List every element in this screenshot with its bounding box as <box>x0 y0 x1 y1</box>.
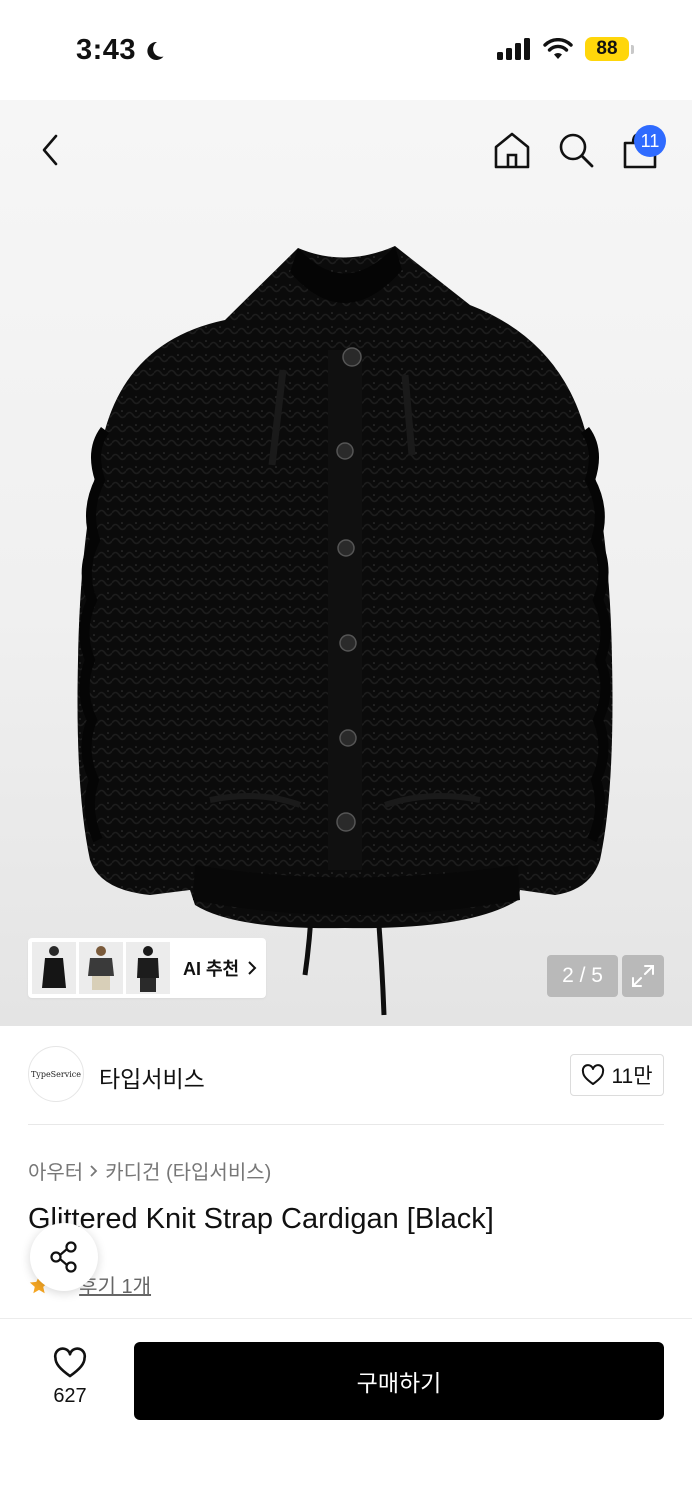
chevron-right-icon <box>248 961 257 975</box>
search-icon[interactable] <box>554 128 598 172</box>
moon-icon <box>147 41 164 60</box>
brand-like-count: 11만 <box>611 1065 653 1088</box>
back-button[interactable] <box>30 126 70 174</box>
brand-row: TypeService 타입서비스 11만 <box>28 1046 664 1104</box>
brand-name[interactable]: 타입서비스 <box>99 1060 205 1094</box>
battery-level: 88 <box>585 37 629 61</box>
status-bar: 3:43 88 <box>0 0 692 100</box>
ai-thumbnail <box>126 942 170 994</box>
product-title: Glittered Knit Strap Cardigan [Black] <box>28 1203 494 1235</box>
divider <box>28 1124 664 1125</box>
ai-recommendation-button[interactable]: AI 추천 <box>28 938 266 998</box>
wifi-icon <box>543 38 573 59</box>
battery-indicator: 88 <box>585 37 634 61</box>
breadcrumb-item[interactable]: 카디건 (타입서비스) <box>105 1156 271 1185</box>
expand-image-button[interactable] <box>622 955 664 997</box>
status-time-text: 3:43 <box>76 34 137 66</box>
breadcrumb-item[interactable]: 아우터 <box>28 1156 83 1185</box>
ai-thumbnail <box>32 942 76 994</box>
cardigan-illustration <box>77 246 613 1016</box>
brand-logo-text: TypeService <box>30 1069 82 1079</box>
ai-recommendation-label: AI 추천 <box>183 959 240 979</box>
status-time: 3:43 <box>76 34 166 67</box>
brand-logo[interactable]: TypeService <box>28 1046 84 1102</box>
cart-count-badge: 11 <box>634 125 666 157</box>
heart-icon <box>53 1347 87 1378</box>
chevron-left-icon <box>42 134 58 166</box>
expand-icon <box>632 965 654 987</box>
buy-button[interactable]: 구매하기 <box>134 1342 664 1420</box>
product-image[interactable] <box>0 100 692 1026</box>
share-icon <box>50 1241 77 1273</box>
ai-thumbnail <box>79 942 123 994</box>
top-nav <box>0 100 692 200</box>
bottom-action-bar: 627 구매하기 <box>0 1318 692 1500</box>
heart-icon <box>582 1064 605 1085</box>
cellular-signal-icon <box>497 38 530 60</box>
wishlist-count: 627 <box>53 1385 87 1407</box>
status-indicators: 88 <box>497 37 634 61</box>
share-button[interactable] <box>30 1223 98 1291</box>
image-pager: 2 / 5 <box>547 955 618 997</box>
chevron-right-icon <box>90 1164 98 1177</box>
breadcrumb: 아우터 카디건 (타입서비스) <box>28 1156 271 1185</box>
brand-like-button[interactable]: 11만 <box>570 1054 664 1096</box>
battery-cap <box>631 44 634 54</box>
home-icon[interactable] <box>490 128 534 172</box>
wishlist-button[interactable]: 627 <box>40 1347 100 1417</box>
